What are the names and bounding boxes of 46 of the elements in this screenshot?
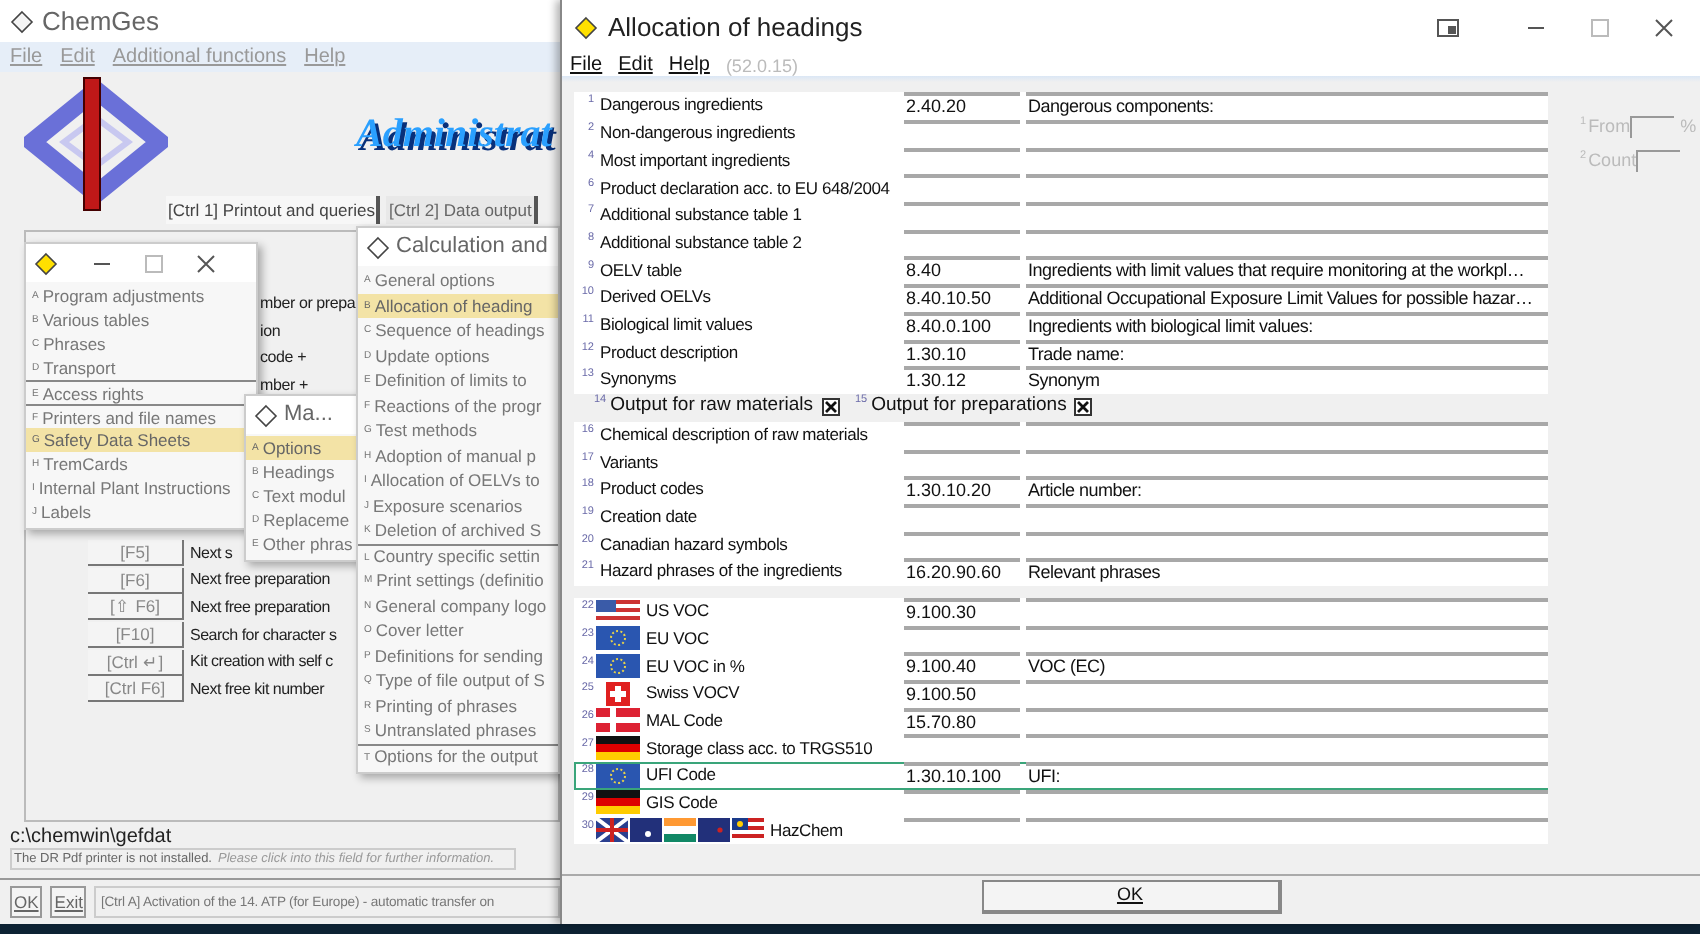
shortcut-label: Next s	[190, 541, 233, 566]
window-title: ChemGes	[42, 3, 160, 40]
field-label: Chemical description of raw materials	[600, 422, 868, 448]
field-label: GIS Code	[646, 789, 718, 816]
field-label: Derived OELVs	[600, 284, 711, 311]
shortcut-label: Search for character s	[190, 623, 337, 648]
window-title: Ma...	[284, 400, 333, 431]
field-label: MAL Code	[646, 707, 723, 734]
field-label: HazChem	[770, 817, 843, 843]
checkbox-label: Output for preparations	[871, 392, 1067, 421]
field-label: Synonyms	[600, 366, 677, 393]
field-label: EU VOC in %	[646, 653, 745, 679]
unit-label: %	[1680, 114, 1697, 140]
shortcut-label: Next free kit number	[190, 677, 325, 702]
option-text: mber or prepa	[260, 292, 356, 316]
banner-title: Administrat	[356, 110, 552, 160]
field-label: Dangerous ingredients	[600, 92, 763, 119]
shortcut-label: Kit creation with self c	[190, 650, 333, 675]
field-label: Canadian hazard symbols	[600, 531, 788, 558]
field-label: Creation date	[600, 504, 697, 530]
window-title: Allocation of headings	[608, 10, 863, 47]
field-label: EU VOC	[646, 625, 709, 652]
field-label: Variants	[600, 449, 658, 475]
window-title: Calculation and	[396, 232, 548, 263]
path-text: c:\chemwin\gefdat	[10, 824, 172, 852]
version-text: (52.0.15)	[725, 56, 798, 76]
checkbox-label: Output for raw materials	[610, 392, 813, 421]
field-label: Product declaration acc. to EU 648/2004	[600, 175, 890, 201]
field-label: Swiss VOCV	[646, 680, 740, 706]
field-label: Additional substance table 1	[600, 202, 802, 228]
shortcut-label: Next free preparation	[190, 595, 330, 620]
field-label: Storage class acc. to TRGS510	[646, 735, 873, 761]
field-label: Additional substance table 2	[600, 229, 802, 256]
field-label: Hazard phrases of the ingredients	[600, 558, 842, 585]
field-label: OELV table	[600, 257, 682, 283]
field-label: Product codes	[600, 476, 704, 503]
field-label: US VOC	[646, 598, 709, 624]
shortcut-label: Next free preparation	[190, 568, 330, 593]
field-label: UFI Code	[646, 762, 716, 789]
option-text: ion	[260, 319, 281, 344]
option-text: code +	[260, 346, 307, 371]
option-text: mber +	[260, 374, 308, 399]
field-label: Biological limit values	[600, 311, 753, 338]
field-label: Product description	[600, 339, 738, 365]
field-label: Most important ingredients	[600, 147, 790, 174]
field-label: Non-dangerous ingredients	[600, 120, 796, 146]
